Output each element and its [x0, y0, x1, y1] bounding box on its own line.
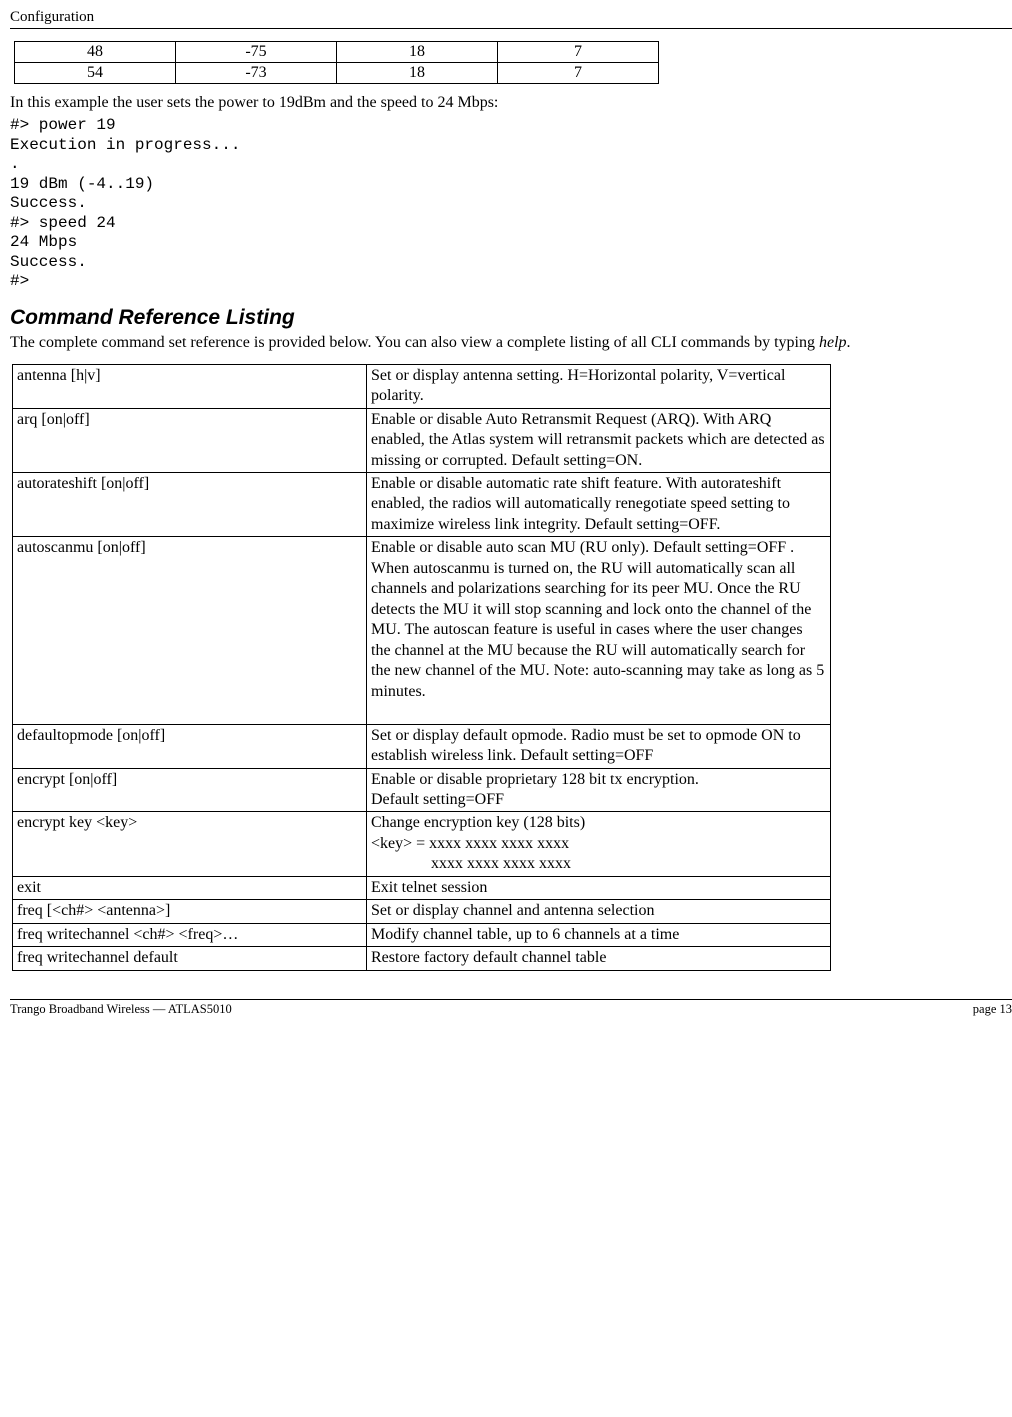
desc-line-indented: xxxx xxxx xxxx xxxx	[371, 854, 826, 874]
command-cell: antenna [h|v]	[13, 364, 367, 408]
cell: -73	[176, 63, 337, 84]
intro-text-em: help	[819, 334, 847, 351]
header-title: Configuration	[10, 9, 94, 25]
description-cell: Enable or disable automatic rate shift f…	[367, 472, 831, 536]
description-cell: Enable or disable Auto Retransmit Reques…	[367, 408, 831, 472]
table-row: 54 -73 18 7	[15, 63, 659, 84]
cell: 48	[15, 42, 176, 63]
description-cell: Set or display channel and antenna selec…	[367, 900, 831, 923]
command-cell: exit	[13, 876, 367, 899]
command-cell: freq writechannel <ch#> <freq>…	[13, 923, 367, 946]
page-header: Configuration	[10, 8, 1012, 29]
cell: 18	[337, 42, 498, 63]
command-cell: freq writechannel default	[13, 947, 367, 970]
description-cell: Change encryption key (128 bits) <key> =…	[367, 812, 831, 876]
description-cell: Exit telnet session	[367, 876, 831, 899]
intro-paragraph: In this example the user sets the power …	[10, 94, 1012, 112]
desc-line: Change encryption key (128 bits)	[371, 814, 585, 831]
command-cell: encrypt [on|off]	[13, 768, 367, 812]
desc-line: <key> = xxxx xxxx xxxx xxxx	[371, 835, 569, 852]
table-row: defaultopmode [on|off] Set or display de…	[13, 724, 831, 768]
table-row: antenna [h|v] Set or display antenna set…	[13, 364, 831, 408]
description-cell: Restore factory default channel table	[367, 947, 831, 970]
table-row: autorateshift [on|off] Enable or disable…	[13, 472, 831, 536]
command-cell: arq [on|off]	[13, 408, 367, 472]
table-row: freq [<ch#> <antenna>] Set or display ch…	[13, 900, 831, 923]
command-cell: defaultopmode [on|off]	[13, 724, 367, 768]
intro-text-pre: The complete command set reference is pr…	[10, 334, 819, 351]
footer-right: page 13	[973, 1002, 1012, 1017]
table-row: exit Exit telnet session	[13, 876, 831, 899]
command-cell: freq [<ch#> <antenna>]	[13, 900, 367, 923]
description-cell: Enable or disable auto scan MU (RU only)…	[367, 537, 831, 724]
cell: -75	[176, 42, 337, 63]
command-cell: autoscanmu [on|off]	[13, 537, 367, 724]
table-row: freq writechannel default Restore factor…	[13, 947, 831, 970]
description-cell: Set or display default opmode. Radio mus…	[367, 724, 831, 768]
table-row: 48 -75 18 7	[15, 42, 659, 63]
cell: 18	[337, 63, 498, 84]
table-row: autoscanmu [on|off] Enable or disable au…	[13, 537, 831, 724]
description-cell: Modify channel table, up to 6 channels a…	[367, 923, 831, 946]
table-row: arq [on|off] Enable or disable Auto Retr…	[13, 408, 831, 472]
console-output: #> power 19 Execution in progress... . 1…	[10, 116, 1012, 292]
command-cell: encrypt key <key>	[13, 812, 367, 876]
table-row: encrypt key <key> Change encryption key …	[13, 812, 831, 876]
numeric-table: 48 -75 18 7 54 -73 18 7	[14, 41, 659, 84]
page-footer: Trango Broadband Wireless — ATLAS5010 pa…	[10, 999, 1012, 1017]
command-reference-table: antenna [h|v] Set or display antenna set…	[12, 364, 831, 971]
section-heading: Command Reference Listing	[10, 306, 1012, 330]
description-cell: Enable or disable proprietary 128 bit tx…	[367, 768, 831, 812]
cell: 54	[15, 63, 176, 84]
intro-text-post: .	[847, 334, 851, 351]
table-row: encrypt [on|off] Enable or disable propr…	[13, 768, 831, 812]
footer-left: Trango Broadband Wireless — ATLAS5010	[10, 1002, 232, 1017]
cell: 7	[498, 63, 659, 84]
cell: 7	[498, 42, 659, 63]
table-row: freq writechannel <ch#> <freq>… Modify c…	[13, 923, 831, 946]
description-cell: Set or display antenna setting. H=Horizo…	[367, 364, 831, 408]
section-intro: The complete command set reference is pr…	[10, 334, 1012, 352]
command-cell: autorateshift [on|off]	[13, 472, 367, 536]
